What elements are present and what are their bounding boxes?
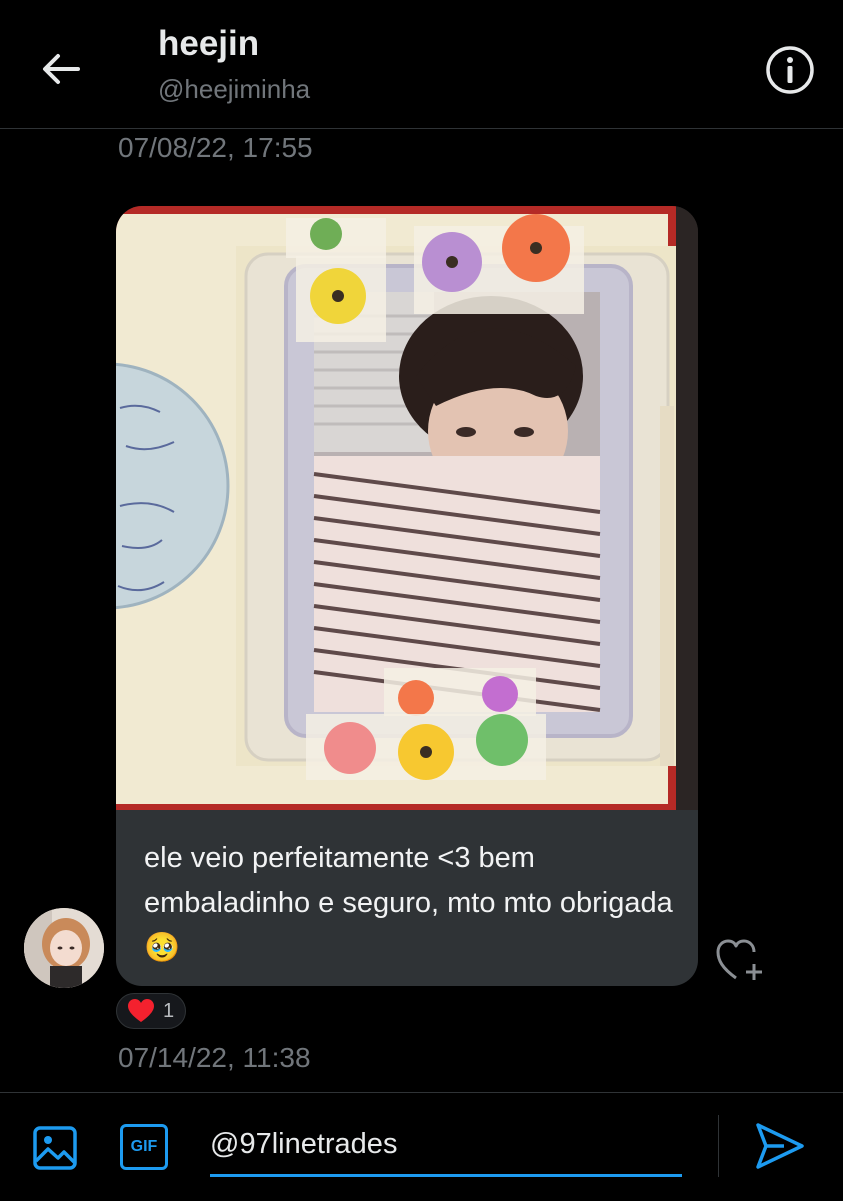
reaction-badge[interactable]: 1: [116, 993, 186, 1029]
back-button[interactable]: [36, 44, 86, 94]
send-button[interactable]: [754, 1121, 806, 1171]
info-button[interactable]: [764, 44, 816, 96]
message-composer: GIF: [0, 1092, 843, 1201]
message-timestamp: 07/14/22, 11:38: [118, 1042, 311, 1073]
message-photo[interactable]: [116, 206, 698, 810]
heart-plus-icon: [716, 939, 762, 980]
gif-icon: GIF: [130, 1138, 158, 1155]
conversation-name: heejin: [158, 24, 260, 63]
message-input[interactable]: [210, 1115, 682, 1177]
info-icon: [766, 46, 814, 94]
composer-divider: [718, 1115, 719, 1177]
message-bubble[interactable]: ele veio perfeitamente <3 bem embaladinh…: [116, 206, 698, 986]
add-media-button[interactable]: [32, 1125, 78, 1171]
conversation-handle: @heejiminha: [158, 74, 311, 104]
image-icon: [33, 1126, 77, 1170]
conversation-header: heejin @heejiminha: [0, 0, 843, 129]
message-text: ele veio perfeitamente <3 bem embaladinh…: [144, 842, 673, 964]
add-reaction-button[interactable]: [716, 938, 768, 984]
red-heart-icon: [128, 999, 154, 1022]
back-arrow-icon: [43, 54, 80, 84]
message-timestamp: 07/08/22, 17:55: [118, 132, 313, 163]
send-icon: [756, 1123, 804, 1169]
sender-avatar[interactable]: [24, 908, 104, 988]
reaction-count: 1: [163, 999, 175, 1022]
gif-button[interactable]: GIF: [120, 1124, 168, 1170]
